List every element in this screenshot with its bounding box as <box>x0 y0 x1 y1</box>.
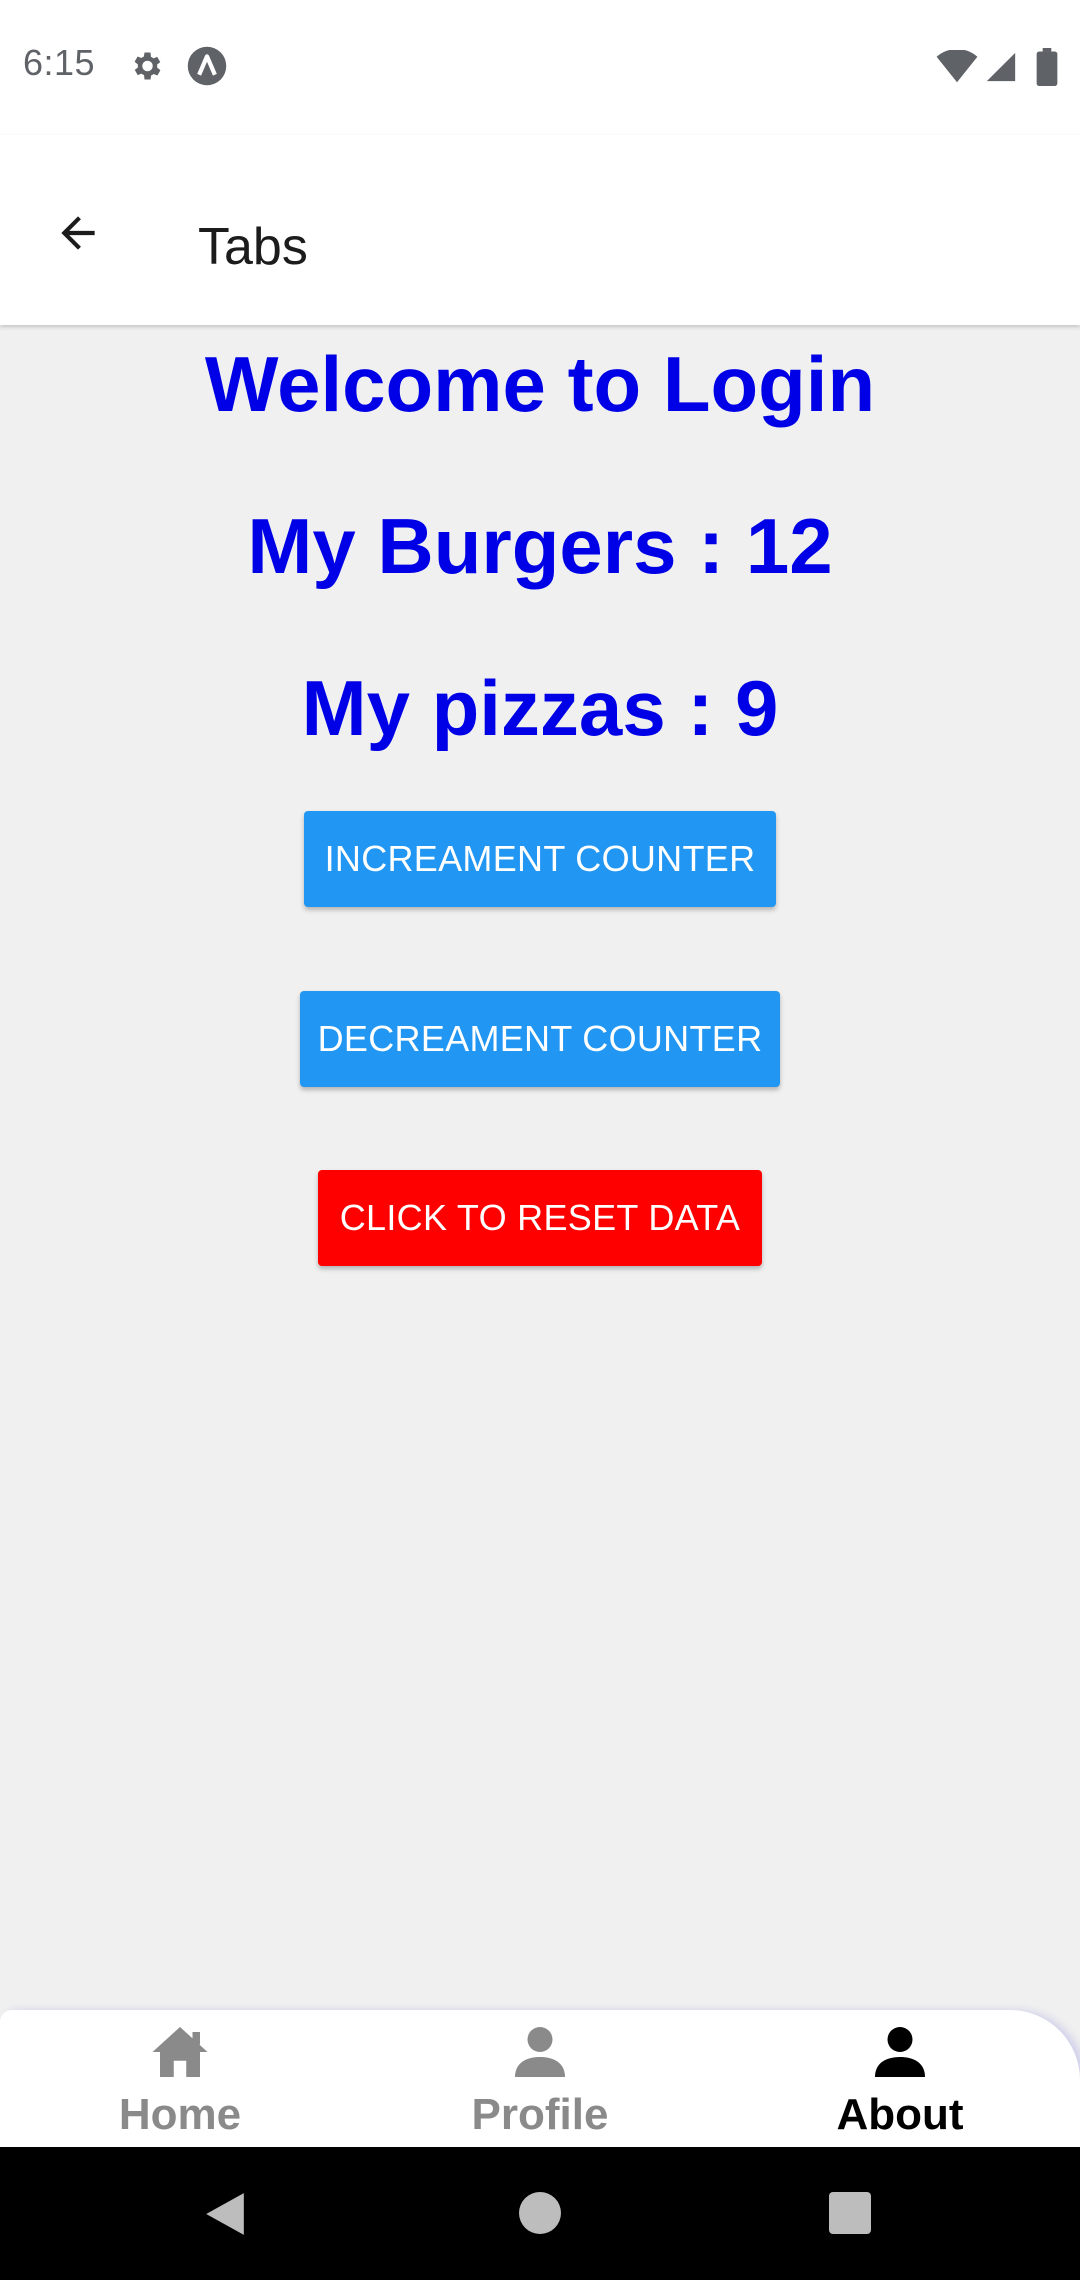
reset-data-button[interactable]: CLICK TO RESET DATA <box>318 1170 762 1266</box>
app-bar: Tabs <box>0 135 1080 325</box>
burgers-count: My Burgers : 12 <box>247 502 833 590</box>
main-content: Welcome to Login My Burgers : 12 My pizz… <box>0 325 1080 2010</box>
status-time: 6:15 <box>23 42 96 83</box>
arrow-left-icon <box>61 216 95 250</box>
welcome-heading: Welcome to Login <box>204 340 876 428</box>
decrement-counter-button[interactable]: DECREAMENT COUNTER <box>300 991 780 1087</box>
home-icon <box>152 2027 208 2077</box>
system-nav-bar <box>0 2147 1080 2280</box>
a-icon <box>187 46 227 86</box>
nav-back-icon[interactable] <box>204 2191 246 2237</box>
bottom-tab-bar: Home Profile About <box>0 2010 1080 2147</box>
tab-profile-label: Profile <box>471 2090 609 2139</box>
tab-about[interactable]: About <box>720 2010 1080 2147</box>
person-icon <box>515 2027 565 2077</box>
tab-home[interactable]: Home <box>0 2010 360 2147</box>
increment-counter-button[interactable]: INCREAMENT COUNTER <box>304 811 776 907</box>
tab-profile[interactable]: Profile <box>360 2010 720 2147</box>
status-bar: 6:15 <box>0 0 1080 135</box>
signal-icon <box>986 52 1016 82</box>
screen: 6:15 Tabs Welcome to Login My Burgers: … <box>0 0 1080 2280</box>
page-title: Tabs <box>198 218 308 276</box>
nav-home-icon[interactable] <box>518 2191 562 2235</box>
pizzas-count: My pizzas : 9 <box>301 664 779 752</box>
wifi-icon <box>936 50 978 83</box>
back-button[interactable] <box>40 195 116 271</box>
gear-icon <box>134 52 161 80</box>
tab-home-label: Home <box>118 2090 242 2139</box>
nav-recents-icon[interactable] <box>828 2191 872 2235</box>
battery-icon <box>1036 48 1058 86</box>
person-icon <box>875 2027 925 2077</box>
tab-about-label: About <box>836 2090 964 2139</box>
